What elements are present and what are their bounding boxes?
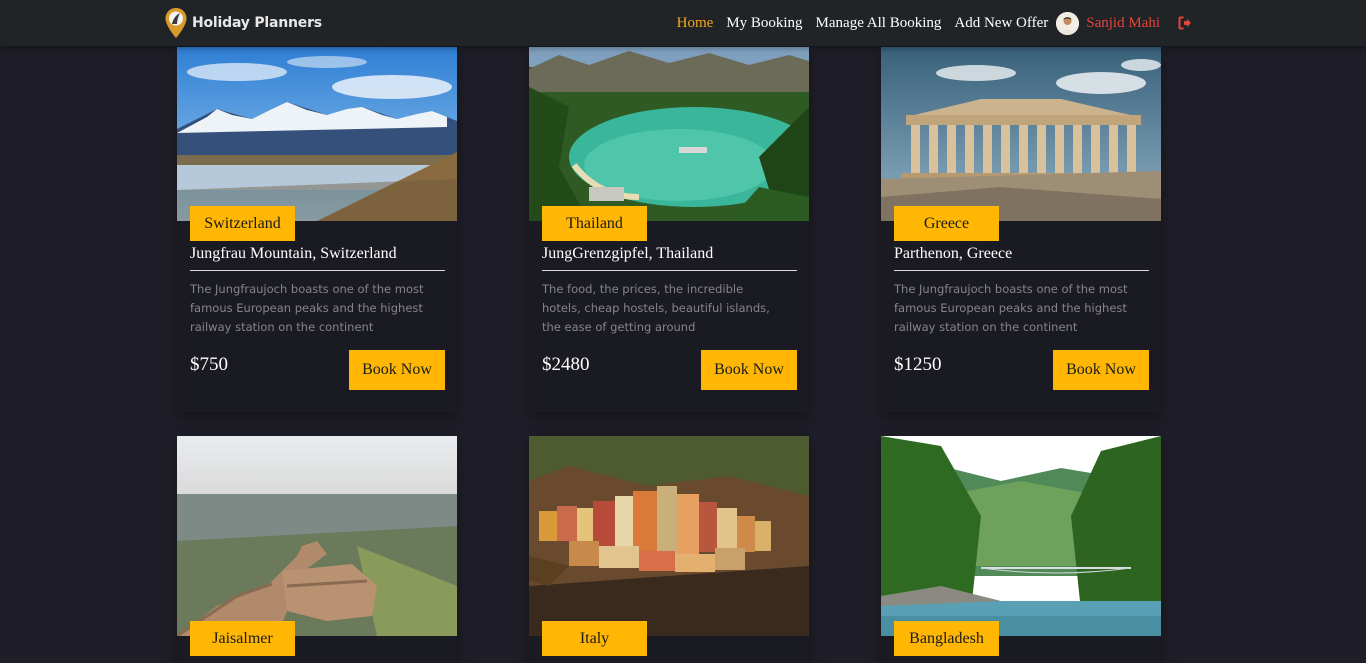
nav-link-home[interactable]: Home — [677, 15, 714, 32]
country-badge: Thailand — [542, 206, 647, 241]
user-avatar-icon — [1056, 11, 1080, 35]
card-description: The Jungfraujoch boasts one of the most … — [894, 282, 1128, 334]
country-badge: Greece — [894, 206, 999, 241]
tour-card: Greece Parthenon, Greece The Jungfraujoc… — [881, 47, 1161, 412]
navbar: Holiday Planners Home My Booking Manage … — [0, 0, 1366, 46]
book-now-button[interactable]: Book Now — [701, 350, 797, 390]
destination-image — [177, 47, 457, 221]
user-name[interactable]: Sanjid Mahi — [1086, 15, 1160, 32]
nav-link-my-booking[interactable]: My Booking — [726, 15, 802, 32]
book-now-button[interactable]: Book Now — [1053, 350, 1149, 390]
tour-card: Italy — [529, 436, 809, 663]
destination-image — [529, 436, 809, 636]
card-title: Jungfrau Mountain, Switzerland — [190, 245, 445, 271]
country-badge: Jaisalmer — [190, 621, 295, 656]
destination-image — [881, 436, 1161, 636]
card-title: Parthenon, Greece — [894, 245, 1149, 271]
brand-name: Holiday Planners — [192, 15, 322, 31]
country-badge: Italy — [542, 621, 647, 656]
country-badge: Bangladesh — [894, 621, 999, 656]
price: $2480 — [542, 354, 590, 375]
card-title: JungGrenzgipfel, Thailand — [542, 245, 797, 271]
card-description: The Jungfraujoch boasts one of the most … — [190, 282, 424, 334]
tour-card: Jaisalmer — [177, 436, 457, 663]
nav-links: Home My Booking Manage All Booking Add N… — [677, 0, 1192, 46]
tour-card: Switzerland Jungfrau Mountain, Switzerla… — [177, 47, 457, 412]
destination-image — [881, 47, 1161, 221]
tour-card: Thailand JungGrenzgipfel, Thailand The f… — [529, 47, 809, 412]
destination-image — [177, 436, 457, 636]
price: $750 — [190, 354, 228, 375]
sign-out-icon[interactable] — [1178, 16, 1192, 30]
book-now-button[interactable]: Book Now — [349, 350, 445, 390]
card-description: The food, the prices, the incredible hot… — [542, 282, 770, 334]
country-badge: Switzerland — [190, 206, 295, 241]
nav-link-manage-all-booking[interactable]: Manage All Booking — [816, 15, 942, 32]
tour-card: Bangladesh — [881, 436, 1161, 663]
price: $1250 — [894, 354, 942, 375]
brand[interactable]: Holiday Planners — [164, 7, 322, 39]
nav-link-add-new-offer[interactable]: Add New Offer — [954, 15, 1048, 32]
map-pin-logo-icon — [165, 8, 187, 38]
destination-image — [529, 47, 809, 221]
avatar[interactable] — [1056, 11, 1080, 35]
